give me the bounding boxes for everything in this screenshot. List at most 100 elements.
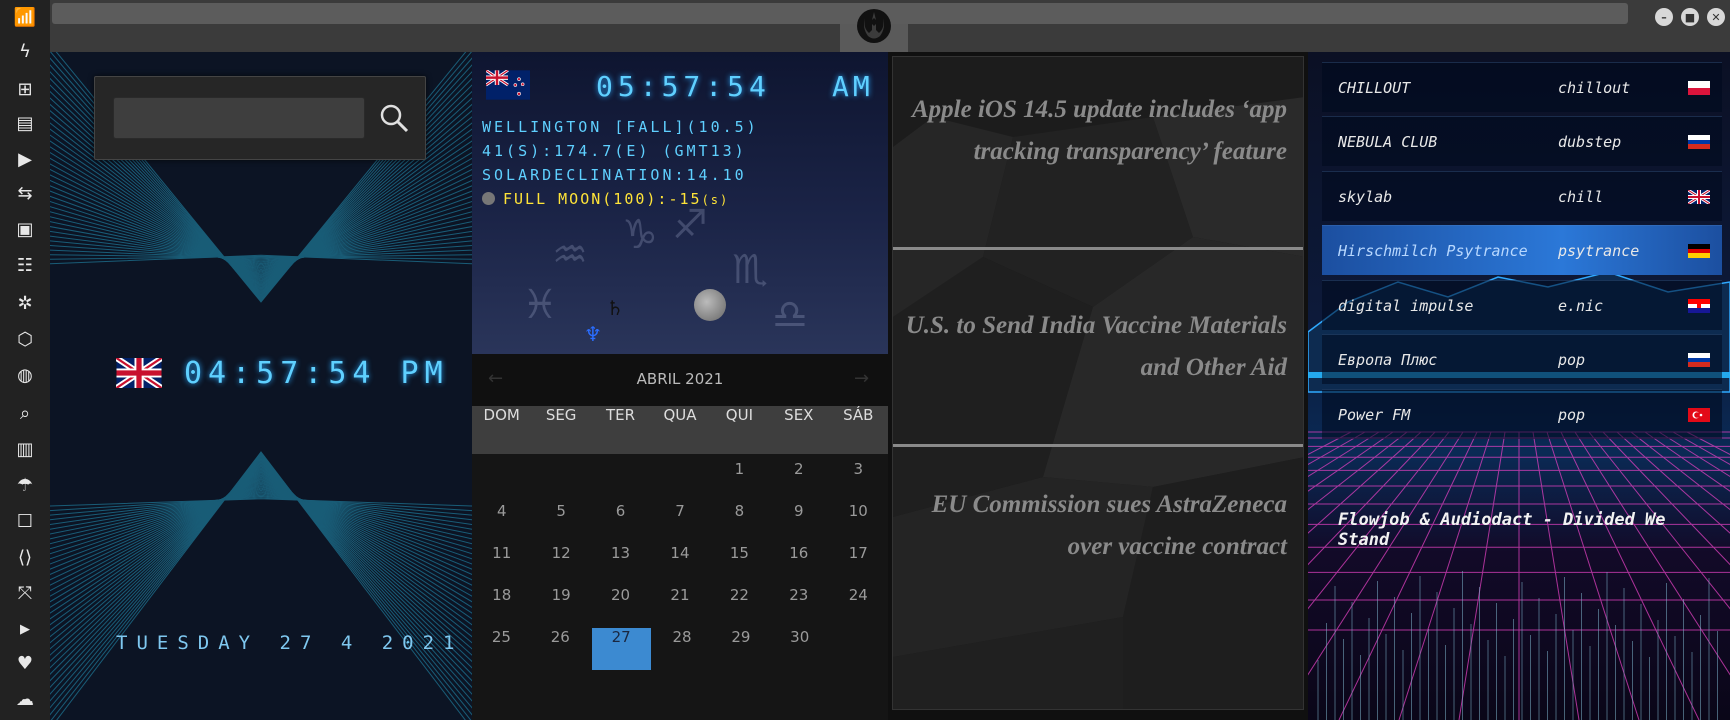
search-input[interactable] — [113, 97, 365, 139]
radio-station[interactable]: Power FM pop — [1322, 389, 1722, 439]
radio-station-genre: e.nic — [1558, 296, 1604, 315]
calendar-day[interactable]: 14 — [650, 544, 709, 586]
radio-station[interactable]: CHILLOUT chillout — [1322, 62, 1722, 112]
code-icon[interactable]: ⟨⟩ — [12, 544, 38, 570]
search-icon[interactable] — [377, 101, 411, 135]
calendar-day — [531, 460, 590, 502]
calendar-day[interactable]: 25 — [472, 628, 531, 670]
calendar-month-title: ABRIL 2021 — [636, 370, 724, 388]
calendar-day[interactable]: 4 — [472, 502, 531, 544]
radio-station[interactable]: digital impulse e.nic — [1322, 280, 1722, 330]
calendar-week: 4 5 6 7 8 9 10 — [472, 502, 888, 544]
calendar-day[interactable]: 21 — [650, 586, 709, 628]
neptune-icon: ♆ — [584, 322, 602, 346]
calendar-day[interactable]: 26 — [531, 628, 590, 670]
radio-station-name: digital impulse — [1338, 296, 1474, 315]
play-icon[interactable]: ▶ — [12, 146, 38, 172]
calendar-day[interactable]: 12 — [531, 544, 590, 586]
news-panel: Apple iOS 14.5 update includes ‘app trac… — [888, 52, 1308, 720]
settings-badge-icon[interactable]: ✲ — [12, 290, 38, 316]
calendar-day[interactable]: 23 — [769, 586, 828, 628]
de-flag-icon — [1688, 243, 1710, 258]
calendar-day[interactable]: 17 — [829, 544, 888, 586]
title-bar-field[interactable] — [52, 3, 1628, 24]
wifi-icon[interactable]: 📶 — [12, 4, 38, 30]
calendar-day[interactable]: 19 — [531, 586, 590, 628]
close-button[interactable]: ✕ — [1707, 8, 1725, 26]
youtube-icon[interactable]: ▶ — [12, 616, 38, 642]
map-icon[interactable]: ▥ — [12, 436, 38, 462]
chevron-line — [50, 489, 472, 540]
radio-station[interactable]: skylab chill — [1322, 171, 1722, 221]
fullscreen-icon[interactable]: ⤧ — [12, 580, 38, 606]
radio-station-genre: psytrance — [1558, 241, 1640, 260]
calendar-day — [591, 460, 650, 502]
calendar-day[interactable]: 6 — [591, 502, 650, 544]
lightning-icon[interactable]: ϟ — [12, 38, 38, 64]
calendar-day[interactable]: 11 — [472, 544, 531, 586]
radio-station[interactable]: Hirschmilch Psytrance psytrance — [1322, 225, 1722, 275]
rebel-alliance-icon[interactable] — [854, 6, 894, 46]
news-item[interactable]: Apple iOS 14.5 update includes ‘app trac… — [893, 89, 1303, 173]
calendar-day[interactable]: 24 — [829, 586, 888, 628]
calendar-day[interactable]: 9 — [769, 502, 828, 544]
radio-station-name: Power FM — [1338, 405, 1411, 424]
calendar-day[interactable]: 8 — [710, 502, 769, 544]
calendar-day[interactable]: 10 — [829, 502, 888, 544]
minimize-button[interactable]: – — [1655, 8, 1673, 26]
calendar-day[interactable]: 28 — [653, 628, 712, 670]
chevron-line — [50, 254, 472, 259]
heart-icon[interactable]: ♥ — [12, 650, 38, 676]
calendar-day[interactable]: 13 — [591, 544, 650, 586]
radio-station[interactable]: NEBULA CLUB dubstep — [1322, 116, 1722, 166]
calendar-day[interactable]: 3 — [829, 460, 888, 502]
radio-station[interactable]: Европа Плюс pop — [1322, 334, 1722, 384]
image-icon[interactable]: ▣ — [12, 216, 38, 242]
radio-panel: CHILLOUT chillout NEBULA CLUB dubstep skylab… — [1308, 52, 1730, 720]
calendar-day — [472, 460, 531, 502]
calendar-day[interactable]: 1 — [710, 460, 769, 502]
calendar-header: ← ABRIL 2021 → — [472, 354, 888, 406]
news-item[interactable]: EU Commission sues AstraZeneca over vacc… — [893, 484, 1303, 568]
calendar-week: 11 12 13 14 15 16 17 — [472, 544, 888, 586]
contacts-icon[interactable]: ☐ — [12, 508, 38, 534]
calendar-day[interactable]: 2 — [769, 460, 828, 502]
wellington-location: WELLINGTON [FALL](10.5) — [482, 118, 759, 136]
london-clock-panel: 04:57:54 PM TUESDAY 27 4 2021 — [50, 52, 472, 720]
maximize-button[interactable]: ■ — [1681, 8, 1699, 26]
calendar-weekday: DOM — [483, 406, 520, 424]
radio-station-name: Hirschmilch Psytrance — [1338, 241, 1528, 260]
hexagon-icon[interactable]: ⬡ — [12, 326, 38, 352]
calendar-day[interactable]: 16 — [769, 544, 828, 586]
calendar-day[interactable]: 18 — [472, 586, 531, 628]
windows-icon[interactable]: ⊞ — [12, 76, 38, 102]
calendar-grid: 1 2 3 4 5 6 7 8 9 10 11 12 13 14 15 16 17 18 19 20 21 22 23 24 2… — [472, 460, 888, 670]
calendar-day[interactable]: 7 — [650, 502, 709, 544]
news-item[interactable]: U.S. to Send India Vaccine Materials and… — [893, 305, 1303, 389]
chevron-line — [50, 495, 472, 516]
wellington-calendar-panel: ♑ ♐ ♒ ♏ ♓ ♎ ♄ ♆ 05:57:54 AM WELLINGTON [… — [472, 52, 888, 720]
sidebar: 📶 ϟ ⊞ ▤ ▶ ⇆ ▣ ☷ ✲ ⬡ ◍ ⌕ ▥ ☂ ☐ ⟨⟩ ⤧ ▶ ♥ ☁ — [0, 0, 50, 720]
cloud-icon[interactable]: ☁ — [12, 686, 38, 712]
ru-flag-icon — [1688, 352, 1710, 367]
globe-icon[interactable]: ◍ — [12, 362, 38, 388]
calendar-week: 18 19 20 21 22 23 24 — [472, 586, 888, 628]
calendar-day[interactable]: 30 — [770, 628, 829, 670]
calendar-day[interactable]: 5 — [531, 502, 590, 544]
umbrella-icon[interactable]: ☂ — [12, 472, 38, 498]
moon-phase-text: FULL MOON(100):-15 — [503, 190, 702, 208]
calendar-day[interactable]: 15 — [710, 544, 769, 586]
calendar-day-today[interactable]: 27 — [591, 628, 651, 670]
calendar-day[interactable]: 22 — [710, 586, 769, 628]
calendar-day[interactable]: 20 — [591, 586, 650, 628]
moon-phase-icon — [482, 192, 495, 205]
archive-icon[interactable]: ▤ — [12, 110, 38, 136]
translate-icon[interactable]: ⇆ — [12, 180, 38, 206]
calendar-next-button[interactable]: → — [854, 368, 869, 389]
solar-declination: SOLARDECLINATION:14.10 — [482, 166, 747, 184]
news-icon[interactable]: ☷ — [12, 252, 38, 278]
search-icon[interactable]: ⌕ — [12, 400, 38, 426]
calendar-day[interactable]: 29 — [711, 628, 770, 670]
calendar-weekday: QUA — [663, 406, 697, 424]
calendar-week: 123 — [472, 460, 888, 502]
